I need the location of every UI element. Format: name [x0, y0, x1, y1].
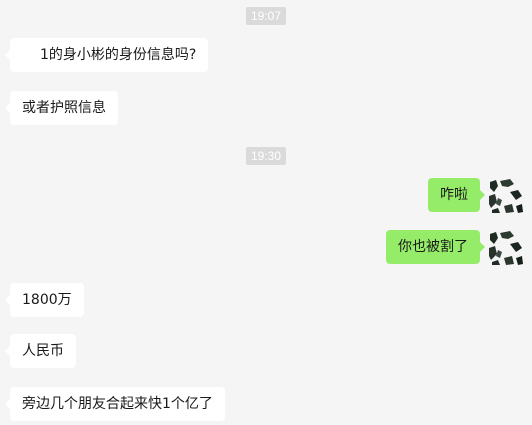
- avatar-image-icon: [488, 230, 524, 266]
- message-bubble-incoming[interactable]: 1的身小彬的身份信息吗?: [4, 38, 209, 72]
- chat-window: 19:07 1的身小彬的身份信息吗? 或者护照信息 19:30 咋啦 你也被割了: [0, 0, 532, 425]
- message-bubble-incoming[interactable]: 人民币: [5, 334, 76, 368]
- self-avatar[interactable]: [488, 178, 524, 214]
- message-bubble-incoming[interactable]: 旁边几个朋友合起来快1个亿了: [5, 387, 225, 421]
- self-avatar[interactable]: [488, 230, 524, 266]
- timestamp: 19:30: [245, 147, 287, 165]
- message-bubble-incoming[interactable]: 1800万: [5, 283, 84, 317]
- message-bubble-outgoing[interactable]: 咋啦: [428, 178, 485, 212]
- avatar-image-icon: [488, 178, 524, 214]
- message-bubble-incoming[interactable]: 或者护照信息: [5, 91, 118, 125]
- timestamp: 19:07: [245, 7, 287, 25]
- message-bubble-outgoing[interactable]: 你也被割了: [386, 230, 485, 264]
